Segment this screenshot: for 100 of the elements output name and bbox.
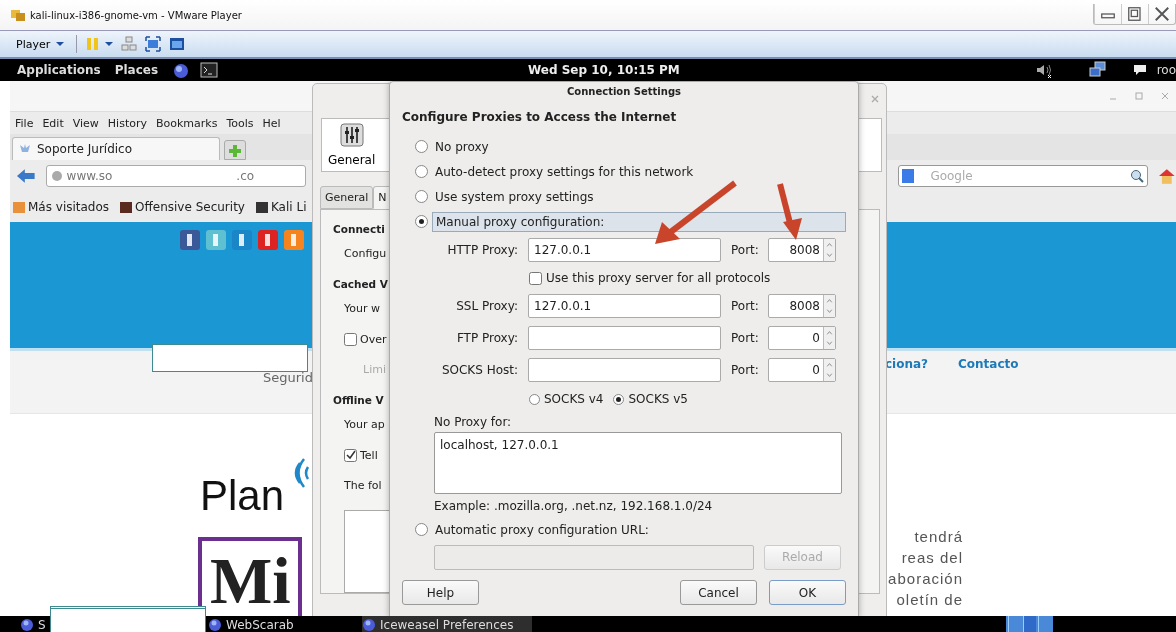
vm-logo-icon: [10, 7, 26, 23]
dialog-button[interactable]: Cancel: [680, 580, 757, 605]
menu-item[interactable]: Hel: [262, 116, 281, 130]
dialog-button[interactable]: OK: [769, 580, 846, 605]
paragraph-line: tendrá: [914, 527, 963, 547]
annotation-arrow: [777, 183, 802, 240]
checkbox[interactable]: [529, 271, 542, 285]
spin-field[interactable]: 0: [768, 326, 836, 350]
field-label: Port:: [731, 363, 760, 377]
search-icon[interactable]: [1130, 169, 1145, 183]
menu-item[interactable]: Bookmarks: [156, 116, 218, 130]
description-text: Your ap: [344, 418, 385, 434]
spinner-icon[interactable]: [823, 359, 835, 381]
menu-item[interactable]: Edit: [42, 116, 64, 130]
caret-icon[interactable]: [105, 41, 114, 47]
tab-favicon-icon: [19, 143, 31, 155]
radio-label[interactable]: Automatic proxy configuration URL:: [432, 520, 652, 539]
player-menu[interactable]: Player: [12, 37, 69, 51]
radio-button[interactable]: [415, 190, 428, 203]
nav-link[interactable]: Contacto: [958, 357, 1019, 371]
radio-button[interactable]: [529, 393, 540, 405]
spin-field[interactable]: 0: [768, 358, 836, 382]
hint-text: Example: .mozilla.org, .net.nz, 192.168.1.0/24: [433, 498, 714, 515]
section-heading: Offline V: [333, 394, 384, 409]
radio-button[interactable]: [415, 215, 428, 228]
taskbar-item[interactable]: Iceweasel Preferences: [362, 616, 532, 632]
field-label: No Proxy for:: [433, 414, 513, 431]
radio-button[interactable]: [613, 393, 625, 405]
radio-label[interactable]: SOCKS v4: [544, 392, 604, 406]
section-heading: Connecti: [333, 223, 385, 237]
menu-item[interactable]: History: [107, 116, 147, 130]
radio-button[interactable]: [415, 140, 428, 153]
menu-item[interactable]: File: [15, 116, 34, 130]
radio-button[interactable]: [415, 165, 428, 178]
spinner-icon[interactable]: [823, 327, 835, 349]
url-field[interactable]: www.so .co: [45, 165, 307, 187]
back-icon[interactable]: [16, 168, 36, 184]
checkbox-option[interactable]: Tell: [344, 449, 378, 479]
spinner-icon[interactable]: [823, 239, 835, 261]
plus-icon: [228, 144, 242, 158]
text-area[interactable]: localhost, 127.0.0.1: [434, 432, 842, 494]
checkbox-label[interactable]: Use this proxy server for all protocols: [546, 271, 771, 285]
toolbar-button[interactable]: General: [322, 119, 382, 167]
radio-label[interactable]: No proxy: [432, 137, 492, 156]
window-title: kali-linux-i386-gnome-vm - VMware Player: [30, 9, 242, 21]
tab[interactable]: General: [320, 186, 374, 209]
chat-icon[interactable]: [1132, 63, 1147, 77]
panel-menu[interactable]: Places: [114, 63, 159, 77]
paragraph-line: aboración: [888, 569, 963, 589]
paragraph-line: oletín de: [896, 590, 963, 610]
taskbar-item[interactable]: WebScarab: [208, 616, 360, 632]
checkbox[interactable]: [344, 333, 357, 347]
social-icon[interactable]: [232, 230, 252, 250]
clock[interactable]: Wed Sep 10, 10:15 PM: [528, 63, 680, 77]
network-icon[interactable]: [1088, 61, 1107, 79]
taskbar-item[interactable]: S: [20, 616, 48, 632]
maximize-icon[interactable]: [1134, 91, 1144, 101]
user-menu[interactable]: roo: [1156, 63, 1176, 77]
text-field[interactable]: 127.0.0.1: [528, 238, 721, 262]
nav-link[interactable]: Segurid: [263, 370, 313, 385]
fullscreen-icon[interactable]: [145, 36, 162, 52]
social-icon[interactable]: [258, 230, 278, 250]
spinner-icon[interactable]: [823, 295, 835, 317]
checkbox-option[interactable]: Over: [344, 333, 387, 363]
bookmark[interactable]: Kali Li: [254, 200, 307, 214]
radio-label[interactable]: SOCKS v5: [628, 392, 688, 406]
bookmark[interactable]: Offensive Security: [119, 200, 245, 214]
spin-field[interactable]: 8008: [768, 238, 836, 262]
field-label: Port:: [731, 331, 760, 345]
social-icon[interactable]: [180, 230, 200, 250]
social-icon[interactable]: [284, 230, 304, 250]
radio-label[interactable]: Manual proxy configuration:: [432, 211, 846, 232]
browser-tab[interactable]: Soporte Jurídico: [12, 137, 220, 160]
description-text: Your w: [344, 302, 380, 318]
url-field[interactable]: [434, 544, 754, 570]
nav-link[interactable]: ciona?: [885, 357, 929, 371]
menu-item[interactable]: View: [72, 116, 99, 130]
spin-field[interactable]: 8008: [768, 294, 836, 318]
field-label: SSL Proxy:: [455, 299, 518, 313]
bookmark[interactable]: Más visitados: [12, 200, 110, 214]
field-label: HTTP Proxy:: [446, 243, 518, 257]
text-field[interactable]: [528, 326, 721, 350]
workspace-switcher[interactable]: [1006, 616, 1053, 632]
checkbox[interactable]: [344, 449, 357, 463]
sliders-icon: [339, 123, 364, 147]
terminal-icon[interactable]: [200, 61, 219, 79]
text-field[interactable]: [528, 358, 721, 382]
radio-label[interactable]: Auto-detect proxy settings for this network: [432, 162, 697, 181]
radio-button[interactable]: [415, 523, 428, 536]
radio-label[interactable]: Use system proxy settings: [432, 187, 597, 206]
dialog-title: Connection Settings: [565, 85, 682, 99]
new-tab-button[interactable]: [224, 140, 246, 160]
panel-menu[interactable]: Applications: [17, 63, 101, 77]
menu-item[interactable]: Tools: [226, 116, 254, 130]
window-icon[interactable]: [169, 36, 186, 52]
house-icon[interactable]: [1158, 167, 1176, 185]
text-field[interactable]: 127.0.0.1: [528, 294, 721, 318]
description-text: Configu: [344, 246, 387, 262]
section-heading: Cached V: [333, 278, 388, 293]
dialog-button[interactable]: Help: [402, 580, 479, 605]
